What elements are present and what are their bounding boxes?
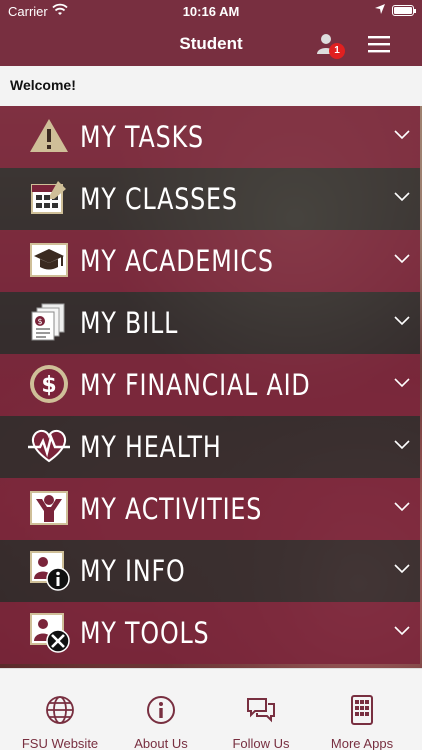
svg-text:$: $ [37,317,42,326]
menu-item-my-info[interactable]: MY INFO [0,540,420,602]
tab-label: About Us [134,736,188,750]
chevron-down-icon [394,626,410,636]
tab-follow-us[interactable]: Follow Us [209,669,313,750]
page-title: Student [179,34,243,53]
menu-item-my-tasks[interactable]: MY TASKS [0,106,420,168]
chevron-down-icon [394,254,410,264]
tab-fsu-website[interactable]: FSU Website [8,669,112,750]
chat-icon [247,698,275,723]
calendar-icon [31,181,66,214]
welcome-bar: Welcome! [0,66,422,106]
chevron-down-icon [394,192,410,202]
menu-item-label: MY TASKS [80,120,204,154]
menu-item-label: MY HEALTH [80,430,222,464]
menu-item-my-health[interactable]: MY HEALTH [0,416,420,478]
tab-more-apps[interactable]: More Apps [310,669,414,750]
info-person-icon [30,551,70,591]
location-arrow-icon [375,4,385,14]
bill-icon: $ [31,303,65,341]
chevron-down-icon [394,440,410,450]
menu-item-my-bill[interactable]: $ MY BILL [0,292,420,354]
chevron-down-icon [394,316,410,326]
svg-text:$: $ [41,373,56,398]
apps-grid-icon [351,695,373,725]
chevron-down-icon [394,130,410,140]
tab-bar: FSU Website About Us Follow Us More Apps [0,668,422,750]
tab-about-us[interactable]: About Us [109,669,213,750]
hamburger-menu-icon[interactable] [366,32,392,56]
welcome-text: Welcome! [10,77,76,93]
nav-bar: Student 1 [0,22,422,66]
menu-item-my-tools[interactable]: MY TOOLS [0,602,420,664]
chevron-down-icon [394,378,410,388]
info-icon [147,696,175,724]
heartbeat-icon [28,429,70,463]
tab-label: FSU Website [21,736,99,750]
menu-item-my-activities[interactable]: MY ACTIVITIES [0,478,420,540]
graduation-cap-icon [30,243,68,277]
status-bar: Carrier 10:16 AM [0,0,422,22]
menu-item-my-financial-aid[interactable]: $ MY FINANCIAL AID [0,354,420,416]
clock: 10:16 AM [182,4,240,19]
menu-item-label: MY FINANCIAL AID [80,368,311,402]
menu-list: MY TASKS MY CLASSES MY ACADEMICS $ MY BI… [0,106,422,668]
notification-badge: 1 [329,43,345,59]
chevron-down-icon [394,564,410,574]
menu-item-my-classes[interactable]: MY CLASSES [0,168,420,230]
battery-icon [392,5,416,16]
menu-item-label: MY BILL [80,306,179,340]
menu-item-label: MY ACADEMICS [80,244,274,278]
chevron-down-icon [394,502,410,512]
menu-item-my-academics[interactable]: MY ACADEMICS [0,230,420,292]
activity-person-icon [30,491,68,525]
menu-item-label: MY CLASSES [80,182,238,216]
dollar-icon: $ [30,365,68,403]
tab-label: Follow Us [232,736,290,750]
menu-item-label: MY INFO [80,554,186,588]
globe-icon [46,696,74,724]
tab-label: More Apps [330,736,394,750]
tools-person-icon [30,613,70,653]
warning-icon [30,119,68,152]
menu-item-label: MY TOOLS [80,616,210,650]
menu-item-label: MY ACTIVITIES [80,492,263,526]
